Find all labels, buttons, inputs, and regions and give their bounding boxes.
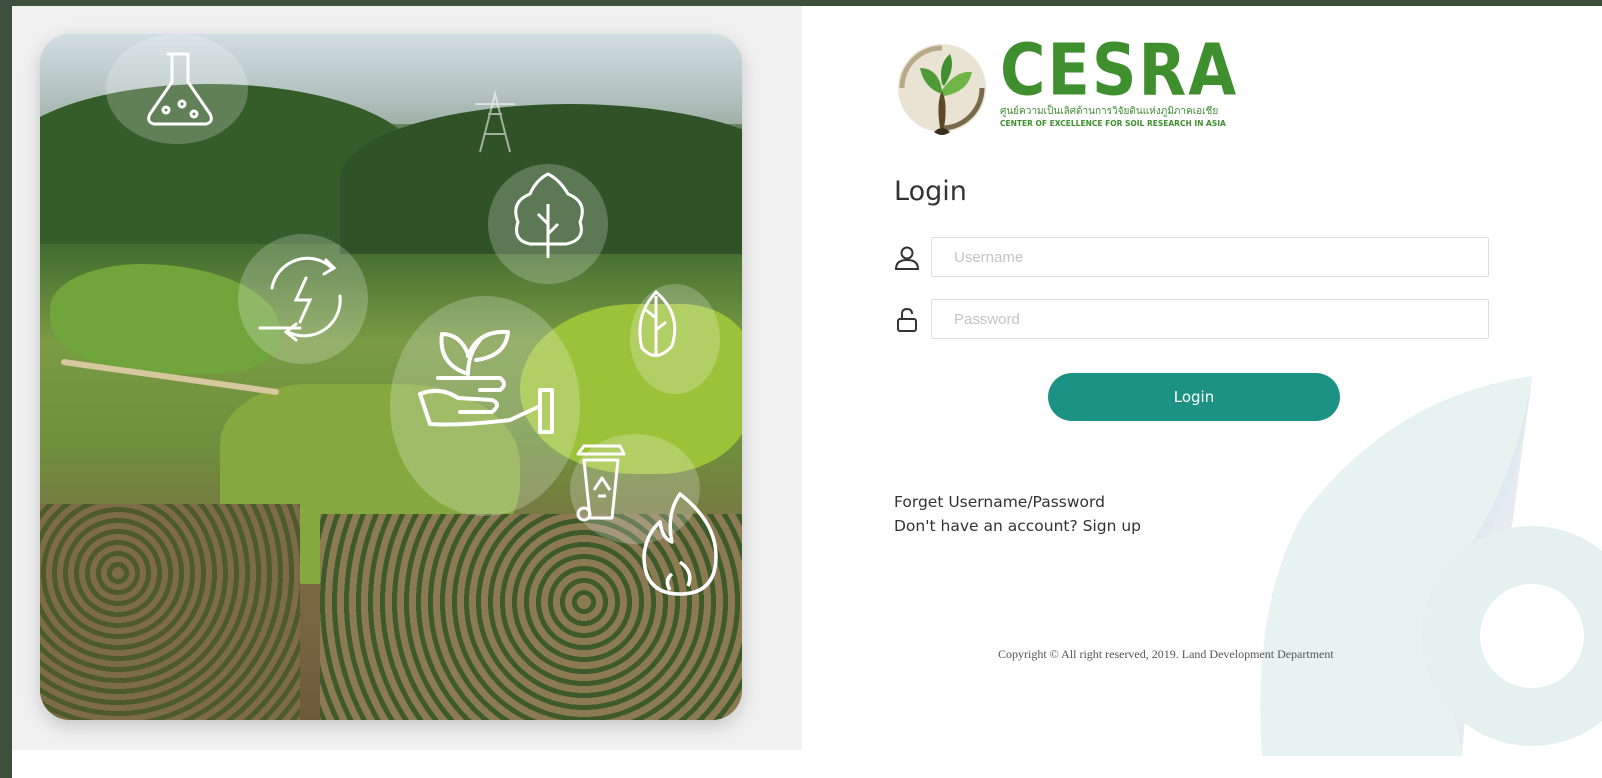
brand-name: CESRA [1000, 28, 1239, 112]
renewable-energy-icon [258, 256, 342, 342]
copyright-text: Copyright © All right reserved, 2019. La… [998, 647, 1334, 661]
power-tower-icon [475, 90, 515, 153]
tree-logo-icon [898, 44, 986, 135]
tree-icon [514, 172, 584, 258]
login-title: Login [894, 176, 967, 207]
cesra-logo: CESRA ศูนย์ความเป็นเลิศด้านการวิจัยดินแห… [894, 28, 1274, 146]
password-input[interactable] [931, 299, 1489, 339]
password-row [894, 299, 1494, 341]
flask-icon [147, 52, 213, 126]
username-input[interactable] [931, 237, 1489, 277]
brand-thai-name: ศูนย์ความเป็นเลิศด้านการวิจัยดินแห่งภูมิ… [1000, 106, 1219, 117]
login-button[interactable]: Login [1048, 373, 1340, 421]
unlock-icon [897, 307, 917, 332]
background-decoration [1260, 376, 1602, 756]
sign-up-link[interactable]: Don't have an account? Sign up [894, 517, 1141, 535]
page-frame: CESRA ศูนย์ความเป็นเลิศด้านการวิจัยดินแห… [12, 6, 1602, 778]
plant-in-hand-icon [418, 329, 554, 434]
user-icon [894, 246, 920, 270]
hero-landscape-image [40, 34, 742, 720]
recycle-bin-icon [576, 444, 626, 522]
leaf-icon [638, 289, 677, 357]
brand-subtitle: CENTER OF EXCELLENCE FOR SOIL RESEARCH I… [1000, 119, 1226, 128]
username-row [894, 237, 1494, 279]
left-panel [12, 6, 802, 750]
fire-icon [642, 492, 718, 596]
forgot-password-link[interactable]: Forget Username/Password [894, 493, 1105, 511]
